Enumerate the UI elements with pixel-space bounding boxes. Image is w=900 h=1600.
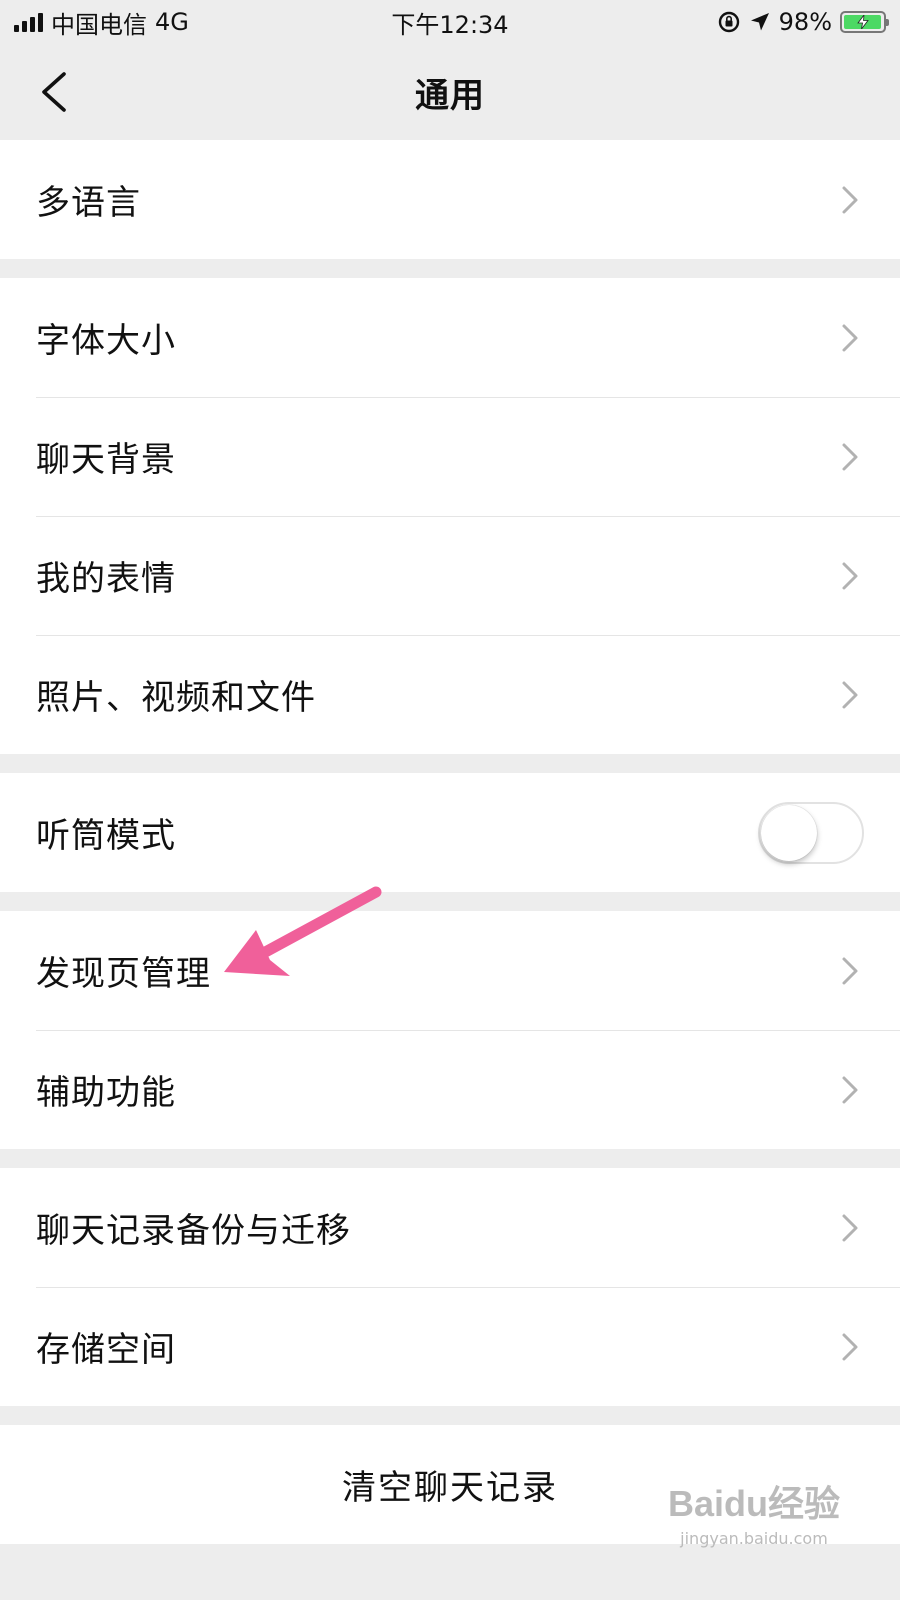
location-icon [750, 13, 769, 31]
chevron-right-icon [842, 681, 858, 708]
settings-item-font-size[interactable]: 字体大小 [0, 278, 900, 397]
settings-group-discover: 发现页管理 辅助功能 [0, 911, 900, 1149]
settings-item-chat-backup-migration[interactable]: 聊天记录备份与迁移 [0, 1168, 900, 1287]
chevron-right-icon [842, 443, 858, 470]
settings-item-chat-background[interactable]: 聊天背景 [0, 397, 900, 516]
battery-level [844, 15, 882, 29]
settings-item-discover-management[interactable]: 发现页管理 [0, 911, 900, 1030]
settings-item-photos-videos-files[interactable]: 照片、视频和文件 [0, 635, 900, 754]
navigation-bar: 通用 [0, 44, 900, 140]
orientation-lock-icon [718, 11, 739, 33]
chevron-right-icon [842, 562, 858, 589]
toggle-knob [761, 804, 817, 861]
chevron-left-icon[interactable] [36, 70, 76, 114]
settings-item-label: 发现页管理 [36, 954, 211, 994]
settings-list: 多语言 字体大小 聊天背景 我的表情 照片、视频和文件 听筒模式 发现页管理 辅… [0, 140, 900, 1544]
clear-chat-history-label: 清空聊天记录 [342, 1468, 558, 1508]
chevron-right-icon [842, 324, 858, 351]
status-left: 中国电信 4G [14, 5, 189, 40]
carrier-name: 中国电信 [51, 10, 147, 39]
chevron-right-icon [842, 186, 858, 213]
battery-percent: 98% [778, 8, 832, 36]
watermark-url: jingyan.baidu.com [680, 1529, 828, 1548]
settings-item-label: 存储空间 [36, 1330, 176, 1370]
settings-group-display: 字体大小 聊天背景 我的表情 照片、视频和文件 [0, 278, 900, 754]
settings-item-label: 聊天背景 [36, 440, 176, 480]
charging-icon [856, 15, 869, 29]
status-right: 98% [717, 8, 889, 36]
chevron-right-icon [842, 1333, 858, 1360]
status-bar: 中国电信 4G 下午12:34 98% [0, 0, 900, 44]
settings-item-label: 辅助功能 [36, 1073, 176, 1113]
settings-item-label: 照片、视频和文件 [36, 678, 316, 718]
baidu-jingyan-watermark: Baidu经验 jingyan.baidu.com [668, 1475, 840, 1548]
signal-strength-icon [14, 12, 43, 32]
settings-item-my-stickers[interactable]: 我的表情 [0, 516, 900, 635]
settings-item-label: 我的表情 [36, 559, 176, 599]
chevron-right-icon [842, 957, 858, 984]
battery-icon [840, 11, 889, 33]
settings-item-language[interactable]: 多语言 [0, 140, 900, 259]
settings-item-storage-space[interactable]: 存储空间 [0, 1287, 900, 1406]
settings-item-label: 字体大小 [36, 321, 176, 361]
settings-item-earpiece-mode: 听筒模式 [0, 773, 900, 892]
settings-group-storage: 聊天记录备份与迁移 存储空间 [0, 1168, 900, 1406]
page-title: 通用 [415, 75, 485, 116]
chevron-right-icon [842, 1214, 858, 1241]
settings-item-label: 听筒模式 [36, 816, 176, 856]
chevron-right-icon [842, 1076, 858, 1103]
settings-item-accessibility[interactable]: 辅助功能 [0, 1030, 900, 1149]
settings-item-label: 多语言 [36, 183, 141, 223]
network-type: 4G [155, 8, 189, 36]
earpiece-mode-toggle[interactable] [758, 801, 864, 864]
settings-item-label: 聊天记录备份与迁移 [36, 1211, 351, 1251]
settings-group-language: 多语言 [0, 140, 900, 259]
settings-group-earpiece: 听筒模式 [0, 773, 900, 892]
watermark-logo: Baidu经验 [667, 1483, 840, 1524]
